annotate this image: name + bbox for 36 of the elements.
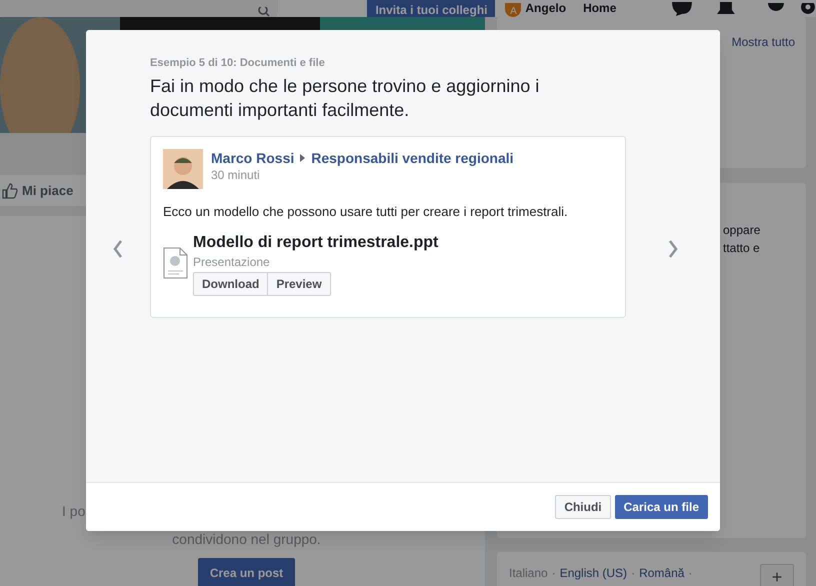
step-label: Esempio 5 di 10: Documenti e file [150,57,326,70]
show-all-link[interactable]: Mostra tutto [732,33,795,49]
side-text: oppare [723,222,762,239]
side-text: ttatto e [723,240,761,257]
add-language-button[interactable]: + [760,564,794,586]
create-post-button[interactable]: Crea un post [198,558,296,586]
presentation-file-icon [163,247,188,279]
separator-dot: · [688,565,692,582]
preview-button[interactable]: Preview [267,273,330,295]
invite-button[interactable]: Invita i tuoi colleghi [367,0,496,17]
separator-dot: · [552,565,556,582]
home-link[interactable]: Home [583,2,616,14]
empty-state-text: I po [62,502,86,521]
upload-button[interactable]: Carica un file [614,495,708,519]
file-name[interactable]: Modello di report trimestrale.ppt [193,233,438,253]
user-initial: A [505,3,522,17]
user-name[interactable]: Angelo [525,2,566,14]
post-text: Ecco un modello che possono usare tutti per creare i report trimestrali. [163,203,569,221]
avatar [163,149,203,189]
thumbs-up-icon [2,182,18,198]
group-link[interactable]: Responsabili vendite regionali [311,149,514,167]
dialog-heading: Fai in modo che le persone trovino e aggiornino i documenti importanti facilmente. [150,75,540,122]
post-time: 30 minuti [211,167,261,183]
close-button[interactable]: Chiudi [555,495,611,519]
author-link[interactable]: Marco Rossi [211,149,294,167]
chat-icon[interactable] [672,2,692,16]
empty-state-text: condividono nel gruppo. [172,530,321,549]
language-link[interactable]: English (US) [560,564,628,582]
download-button[interactable]: Download [194,273,268,295]
triangle-icon [300,154,306,162]
like-button[interactable]: Mi piace [2,180,74,200]
file-type: Presentazione [193,254,271,270]
language-link[interactable]: Română [639,564,684,582]
separator-dot: · [631,565,636,582]
search-field[interactable] [0,0,278,17]
search-icon [258,7,270,17]
